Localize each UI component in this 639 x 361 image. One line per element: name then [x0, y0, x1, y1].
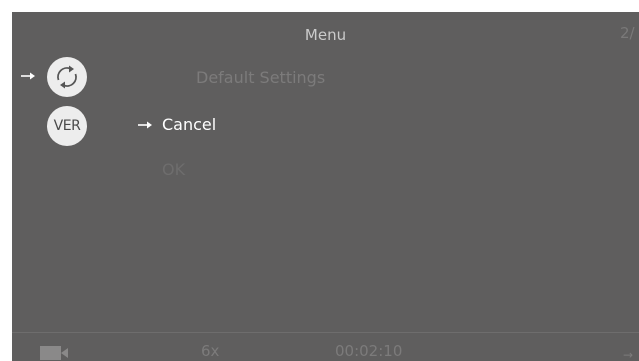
- menu-screen: Menu 2/ VER Default Settings Cancel OK 6…: [12, 12, 639, 361]
- ver-icon[interactable]: VER: [47, 106, 87, 146]
- page-indicator: 2/: [620, 24, 635, 42]
- corner-arrow-icon: →: [623, 348, 634, 361]
- selection-arrow-icon: [138, 121, 152, 129]
- camera-icon: [40, 346, 68, 360]
- reset-icon[interactable]: [47, 57, 87, 97]
- recording-time: 00:02:10: [335, 342, 403, 360]
- menu-title: Menu: [304, 26, 347, 44]
- arrow-right-icon: [21, 72, 35, 80]
- menu-item-default-settings[interactable]: Default Settings: [196, 68, 325, 87]
- zoom-level: 6x: [201, 342, 220, 360]
- menu-item-cancel[interactable]: Cancel: [162, 115, 216, 134]
- status-divider: [12, 332, 639, 333]
- menu-item-ok[interactable]: OK: [162, 160, 185, 179]
